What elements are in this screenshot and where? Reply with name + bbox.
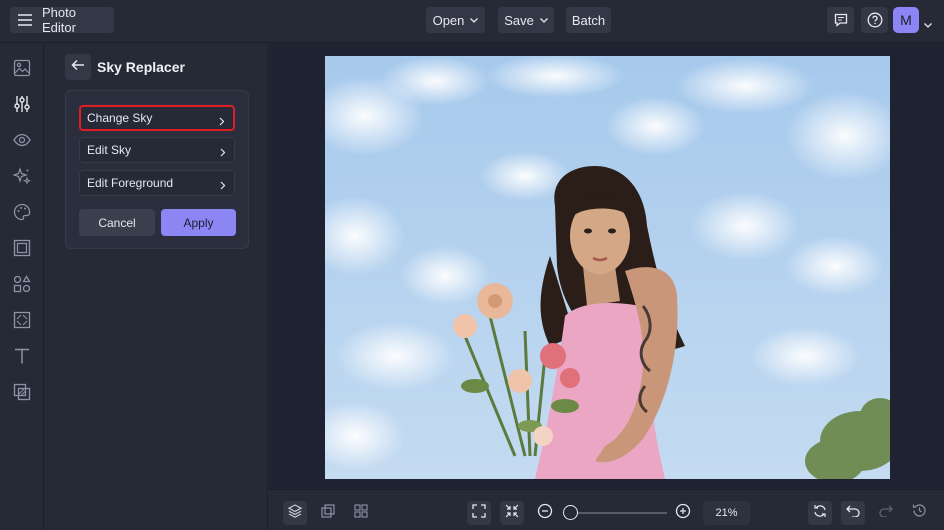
help-button[interactable] [861, 7, 888, 33]
image-icon[interactable] [11, 57, 33, 79]
zoom-out-button[interactable] [533, 501, 557, 525]
chat-icon [834, 13, 848, 27]
app-title: Photo Editor [42, 5, 76, 35]
hamburger-icon [18, 14, 32, 26]
text-icon[interactable] [11, 345, 33, 367]
photo-image [325, 56, 890, 479]
frame-icon[interactable] [11, 237, 33, 259]
refresh-icon [813, 504, 827, 523]
batch-label: Batch [571, 12, 606, 28]
fit-screen-button[interactable] [467, 501, 491, 525]
edit-foreground-option[interactable]: Edit Foreground [79, 170, 235, 196]
history-button[interactable] [907, 501, 931, 525]
redo-icon [879, 504, 893, 522]
back-button[interactable] [65, 54, 91, 80]
zoom-out-icon [537, 503, 553, 524]
option-label: Edit Sky [87, 143, 132, 157]
sky-replacer-panel: Sky Replacer Change Sky Edit Sky Edit Fo… [45, 43, 268, 530]
avatar-initial: M [900, 12, 912, 28]
arrow-left-icon [71, 58, 85, 76]
app-window: Photo Editor Open Save Batch M Sky Repla… [0, 0, 944, 530]
open-button[interactable]: Open [426, 7, 485, 33]
change-sky-option[interactable]: Change Sky [79, 105, 235, 131]
expand-icon [472, 503, 486, 523]
chevron-down-icon [539, 17, 548, 23]
top-bar: Photo Editor Open Save Batch M [0, 0, 944, 43]
compare-icon [321, 503, 335, 523]
canvas-area [269, 43, 944, 489]
zoom-value[interactable]: 21% [703, 501, 750, 525]
zoom-slider-handle[interactable] [563, 505, 578, 520]
overlay-icon[interactable] [11, 381, 33, 403]
adjustments-icon[interactable] [11, 93, 33, 115]
actual-size-button[interactable] [500, 501, 524, 525]
open-label: Open [432, 12, 465, 28]
save-label: Save [504, 12, 534, 28]
batch-button[interactable]: Batch [566, 7, 611, 33]
compare-button[interactable] [316, 501, 340, 525]
cancel-button[interactable]: Cancel [79, 209, 155, 236]
shapes-icon[interactable] [11, 273, 33, 295]
menu-button[interactable]: Photo Editor [10, 5, 114, 35]
chevron-right-icon [220, 179, 226, 193]
eye-icon[interactable] [11, 129, 33, 151]
zoom-slider-track[interactable] [570, 512, 667, 514]
undo-icon [846, 504, 860, 522]
apply-button[interactable]: Apply [161, 209, 236, 236]
grid-button[interactable] [349, 501, 373, 525]
rotate-button[interactable] [808, 501, 832, 525]
option-label: Change Sky [87, 111, 153, 125]
panel-title: Sky Replacer [97, 59, 185, 75]
photo-canvas[interactable] [325, 56, 890, 479]
layers-icon [287, 503, 303, 523]
shrink-icon [505, 504, 519, 523]
history-icon [912, 503, 927, 523]
zoom-in-icon [675, 503, 691, 524]
tool-rail [0, 43, 44, 530]
layers-button[interactable] [283, 501, 307, 525]
grid-icon [354, 503, 368, 523]
redo-button[interactable] [874, 501, 898, 525]
zoom-in-button[interactable] [671, 501, 695, 525]
avatar[interactable]: M [893, 7, 919, 33]
bottom-bar: 21% [269, 489, 944, 530]
texture-icon[interactable] [11, 309, 33, 331]
help-icon [867, 12, 883, 28]
sparkle-effects-icon[interactable] [11, 165, 33, 187]
save-button[interactable]: Save [498, 7, 554, 33]
chevron-down-icon [470, 17, 479, 23]
chevron-right-icon [220, 146, 226, 160]
chevron-down-icon[interactable] [924, 15, 932, 33]
undo-button[interactable] [841, 501, 865, 525]
option-label: Edit Foreground [87, 176, 174, 190]
chevron-right-icon [219, 115, 225, 129]
palette-icon[interactable] [11, 201, 33, 223]
feedback-button[interactable] [827, 7, 854, 33]
edit-sky-option[interactable]: Edit Sky [79, 137, 235, 163]
options-card: Change Sky Edit Sky Edit Foreground Canc… [65, 90, 249, 249]
